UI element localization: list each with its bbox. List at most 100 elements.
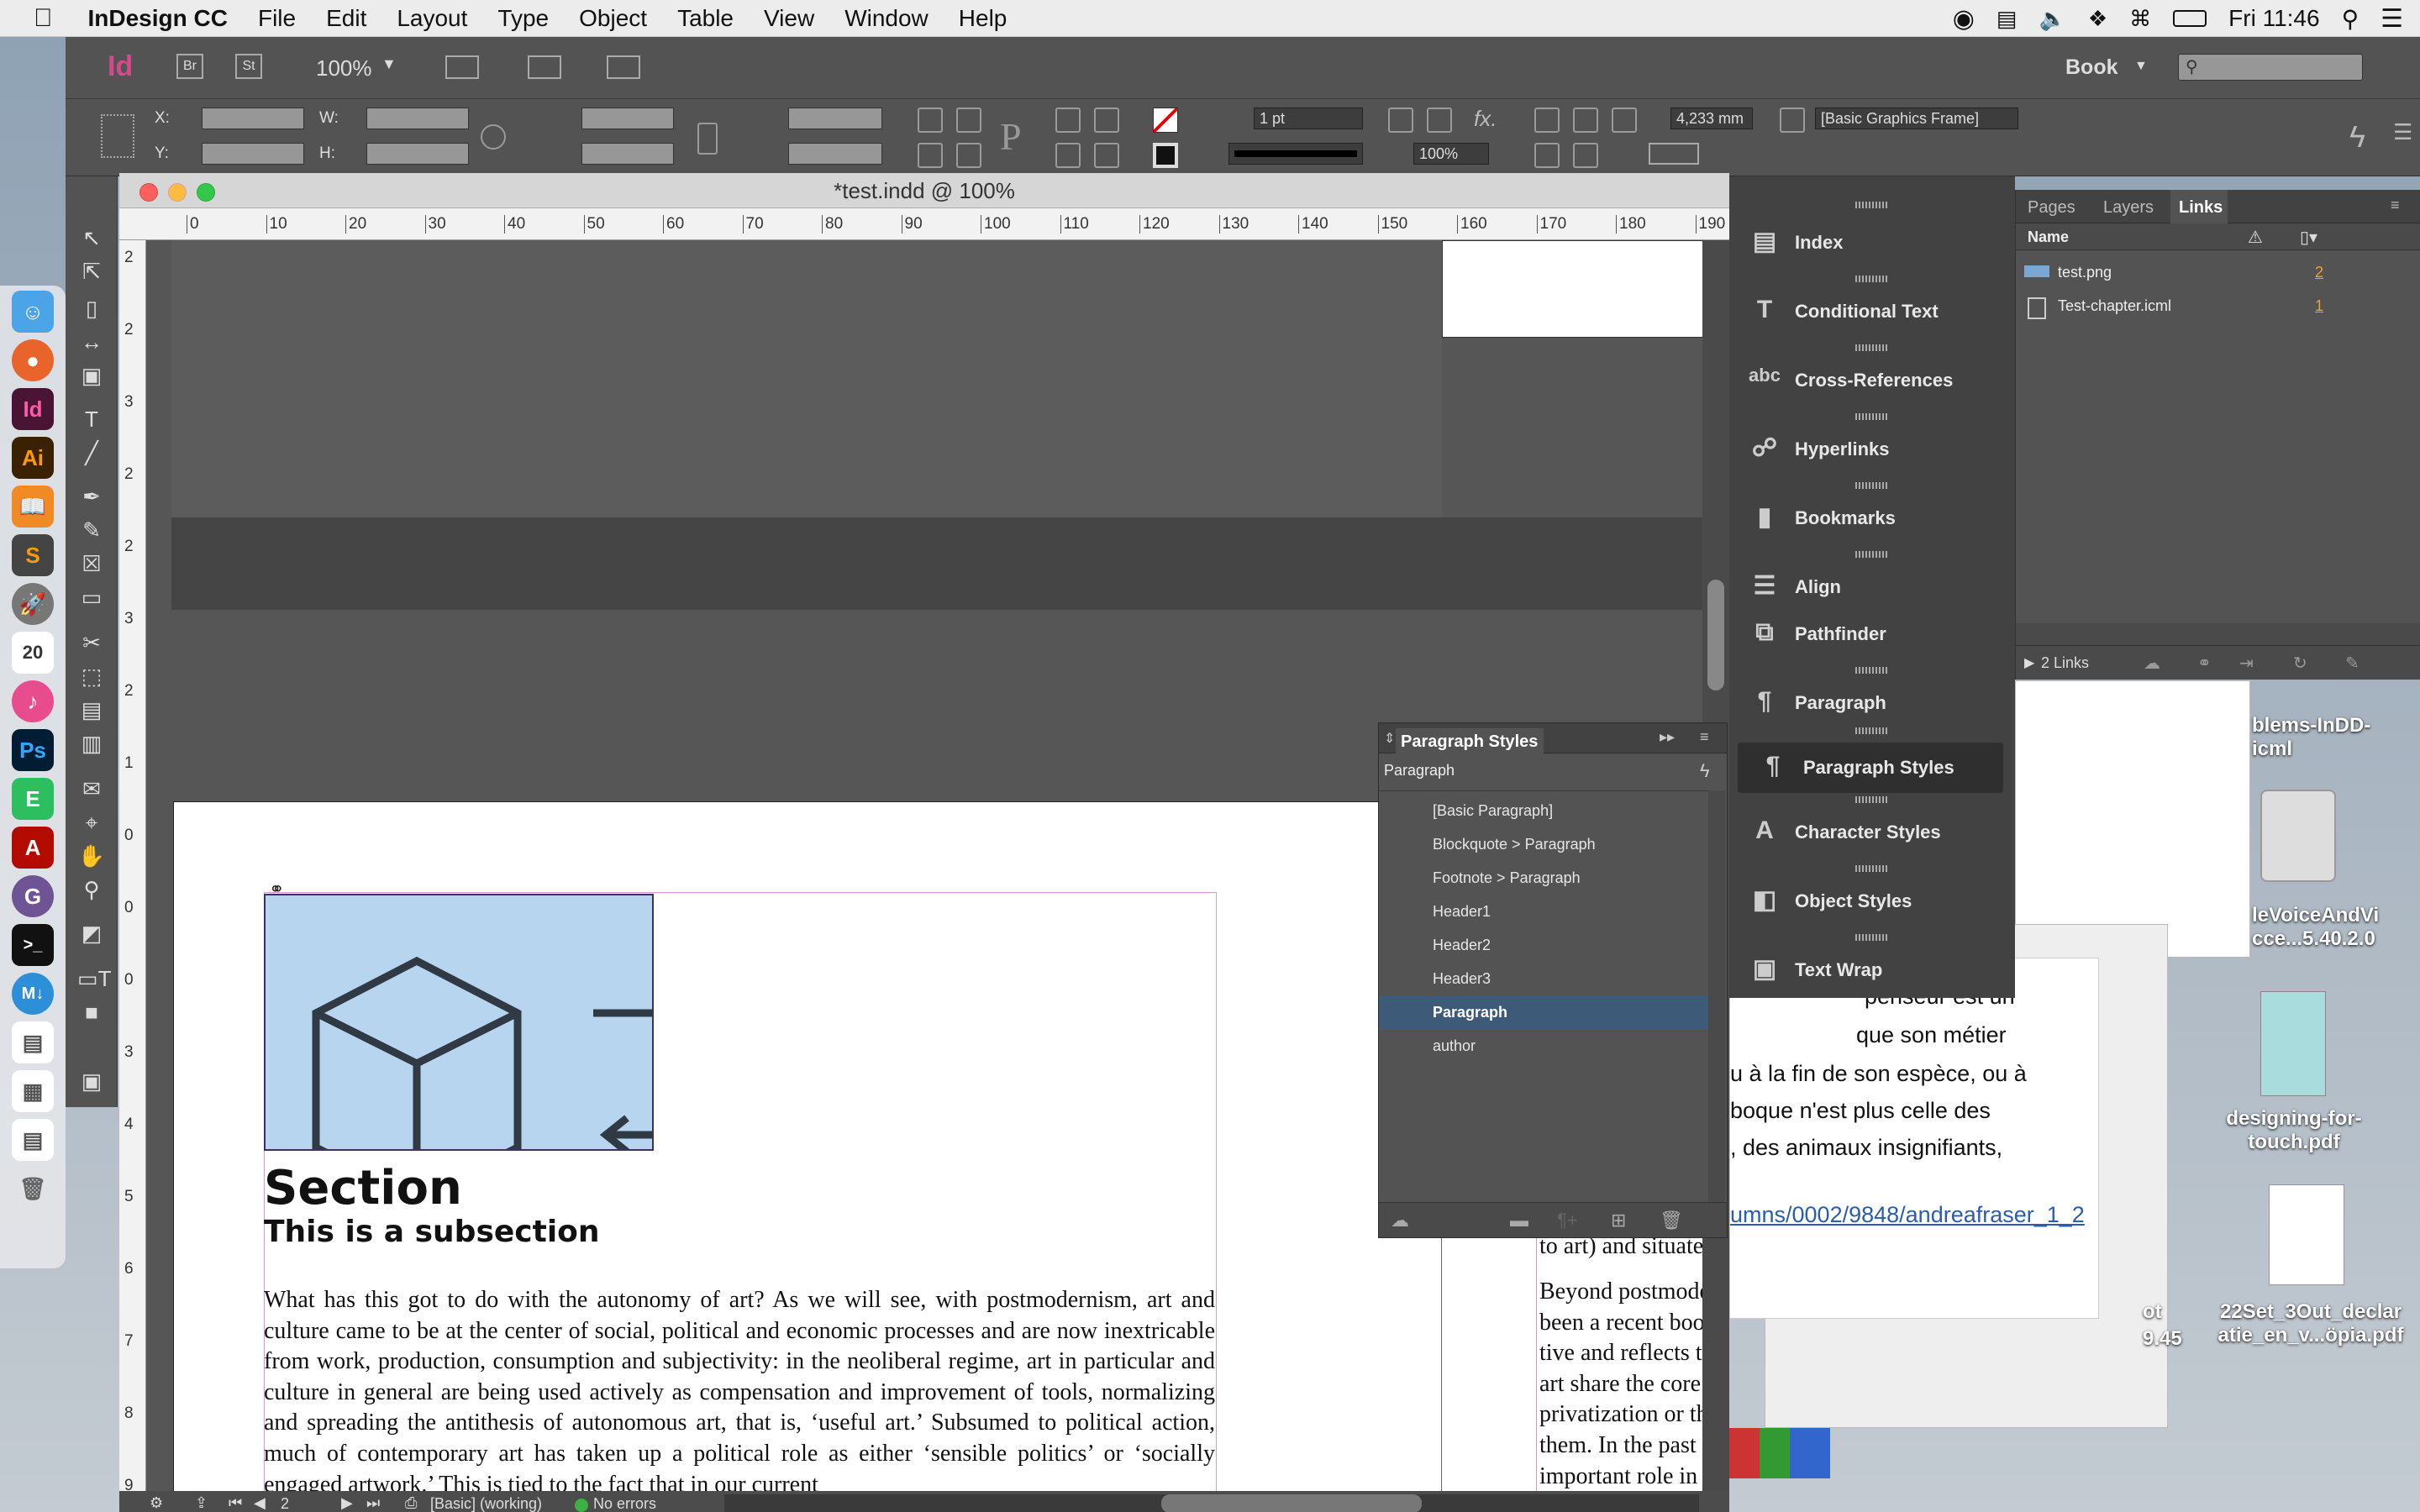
link-page[interactable]: 2 <box>2315 264 2323 281</box>
desktop-file-declaratie[interactable]: 22Set_3Out_declar atie_en_v...öpia.pdf <box>2202 1300 2420 1347</box>
panel-grip[interactable] <box>1855 482 1889 489</box>
body-text-frame[interactable]: What has this got to do with the autonom… <box>264 1285 1215 1496</box>
pencil-tool-icon[interactable]: ✎ <box>77 516 106 544</box>
menu-table[interactable]: Table <box>662 5 749 32</box>
menu-type[interactable]: Type <box>482 5 564 32</box>
cc-libraries-icon[interactable]: ☁ <box>2144 653 2160 674</box>
clock[interactable]: Fri 11:46 <box>2228 5 2319 32</box>
page-number-field[interactable]: 2 <box>281 1495 289 1512</box>
style-header1[interactable]: Header1 <box>1379 895 1708 928</box>
dimension-field[interactable]: 4,233 mm <box>1670 108 1753 129</box>
panel-grip[interactable] <box>1855 551 1889 558</box>
panel-object-styles[interactable]: ◧ Object Styles <box>1729 872 2015 931</box>
style-paragraph-selected[interactable]: Paragraph <box>1379 995 1708 1029</box>
panel-character-styles[interactable]: A Character Styles <box>1729 803 2015 862</box>
shear-field[interactable] <box>788 143 882 165</box>
fit-frame-icon[interactable] <box>1573 108 1598 133</box>
select-next-icon[interactable] <box>1094 143 1119 168</box>
center-content-icon[interactable] <box>1534 143 1560 168</box>
link-chain-icon[interactable] <box>697 123 718 155</box>
horizontal-ruler[interactable]: 0 10 20 30 40 50 60 70 80 90 100 110 120 130 140 150 160… <box>119 208 1805 240</box>
panel-grip[interactable] <box>1855 727 1889 734</box>
eyedropper-tool-icon[interactable]: ⌖ <box>77 808 106 837</box>
desktop-file-voice[interactable]: leVoiceAndVi cce...5.40.2.0 <box>2252 904 2420 951</box>
wifi-icon[interactable]: ⌘ <box>2129 6 2151 32</box>
pdf-document-icon[interactable] <box>2269 1184 2344 1285</box>
object-style-icon[interactable] <box>1780 108 1805 133</box>
desktop-file-partial[interactable]: 9.45 <box>2143 1327 2193 1351</box>
illustrator-icon[interactable]: Ai <box>12 437 54 479</box>
fit-content-icon[interactable] <box>1534 108 1560 133</box>
previous-page-icon[interactable]: ◀ <box>254 1494 266 1512</box>
rotate-ccw-icon[interactable] <box>956 108 981 133</box>
first-page-icon[interactable]: ⏮ <box>229 1494 242 1512</box>
rotation-field[interactable] <box>788 108 882 129</box>
collapse-icon[interactable]: ⇕ <box>1384 730 1395 747</box>
chevron-down-icon[interactable]: ▼ <box>381 55 397 73</box>
delete-icon[interactable]: 🗑 <box>1660 1210 1683 1231</box>
menu-layout[interactable]: Layout <box>381 5 482 32</box>
firefox-icon[interactable]: ● <box>12 339 54 381</box>
tab-links[interactable]: Links <box>2170 190 2228 223</box>
arrange-documents-icon[interactable] <box>607 55 640 79</box>
menu-help[interactable]: Help <box>944 5 1023 32</box>
line-tool-icon[interactable]: ╱ <box>77 438 106 467</box>
horizontal-scrollbar[interactable] <box>724 1494 1699 1512</box>
view-options-icon[interactable] <box>445 55 479 79</box>
panel-paragraph[interactable]: ¶ Paragraph <box>1729 674 2015 732</box>
bluetooth-icon[interactable]: ❖ <box>2088 6 2107 32</box>
quick-apply-icon[interactable]: ϟ <box>2349 119 2365 155</box>
chevron-down-icon[interactable]: ▼ <box>2134 59 2148 74</box>
style-basic-paragraph[interactable]: [Basic Paragraph] <box>1379 794 1708 827</box>
link-badge-icon[interactable]: ⚭ <box>269 879 284 900</box>
zoom-tool-icon[interactable]: ⚲ <box>77 875 106 904</box>
desktop-file-designing[interactable]: designing-for- touch.pdf <box>2202 1107 2386 1154</box>
terminal-icon[interactable]: >_ <box>12 924 54 966</box>
search-input[interactable]: ⚲ <box>2178 54 2363 81</box>
style-header3[interactable]: Header3 <box>1379 962 1708 995</box>
link-page[interactable]: 1 <box>2315 297 2323 315</box>
minimize-button[interactable] <box>168 183 187 202</box>
acrobat-icon[interactable]: A <box>12 827 54 869</box>
panel-grip[interactable] <box>1855 276 1889 282</box>
style-author[interactable]: author <box>1379 1029 1708 1063</box>
panel-conditional-text[interactable]: T Conditional Text <box>1729 282 2015 341</box>
select-previous-icon[interactable] <box>1055 143 1081 168</box>
selection-tool-icon[interactable]: ↖ <box>77 223 106 252</box>
notification-center-icon[interactable]: ☰ <box>2381 4 2403 34</box>
expand-icon[interactable]: ▶ <box>2024 654 2034 671</box>
menu-edit[interactable]: Edit <box>311 5 381 32</box>
scroll-thumb[interactable] <box>1161 1494 1422 1512</box>
menu-file[interactable]: File <box>243 5 311 32</box>
desktop-file-partial[interactable]: ot <box>2143 1300 2185 1324</box>
style-blockquote[interactable]: Blockquote > Paragraph <box>1379 827 1708 861</box>
new-style-from-selection-icon[interactable]: ϟ <box>1700 760 1710 782</box>
height-field[interactable] <box>366 143 469 165</box>
bg-link[interactable]: umns/0002/9848/andreafraser_1_2 <box>1730 1202 2085 1228</box>
screen-mode-icon[interactable] <box>528 55 561 79</box>
stroke-weight-field[interactable]: 1 pt <box>1254 108 1363 129</box>
desktop-file-icml[interactable]: blems-InDD- icml <box>2252 714 2420 761</box>
panel-menu-icon[interactable]: ≡ <box>2391 197 2400 214</box>
gradient-feather-tool-icon[interactable]: ▥ <box>77 729 106 758</box>
fill-none-swatch[interactable] <box>1153 108 1178 133</box>
panel-index[interactable]: ▤ Index <box>1729 213 2015 272</box>
panel-grip[interactable] <box>1855 667 1889 674</box>
free-transform-tool-icon[interactable]: ⬚ <box>77 662 106 690</box>
drop-shadow-icon[interactable] <box>1388 108 1413 133</box>
stroke-type-select[interactable] <box>1228 143 1363 165</box>
collapse-panel-icon[interactable]: ▸▸ <box>1660 728 1675 746</box>
gradient-swatch-tool-icon[interactable]: ▤ <box>77 696 106 724</box>
preview-icon[interactable]: ▦ <box>12 1070 54 1112</box>
scissors-tool-icon[interactable]: ✂ <box>77 628 106 657</box>
photoshop-icon[interactable]: Ps <box>12 729 54 771</box>
zoom-button[interactable] <box>197 183 215 202</box>
corner-shape-select[interactable] <box>1649 143 1699 165</box>
panel-grip[interactable] <box>1855 796 1889 803</box>
fill-stroke-icon[interactable]: ◩ <box>77 919 106 948</box>
content-collector-icon[interactable]: ▣ <box>77 361 106 390</box>
x-field[interactable] <box>202 108 304 129</box>
panel-grip[interactable] <box>1855 202 1889 208</box>
battery-icon[interactable] <box>2173 10 2207 27</box>
fill-frame-icon[interactable] <box>1612 108 1637 133</box>
